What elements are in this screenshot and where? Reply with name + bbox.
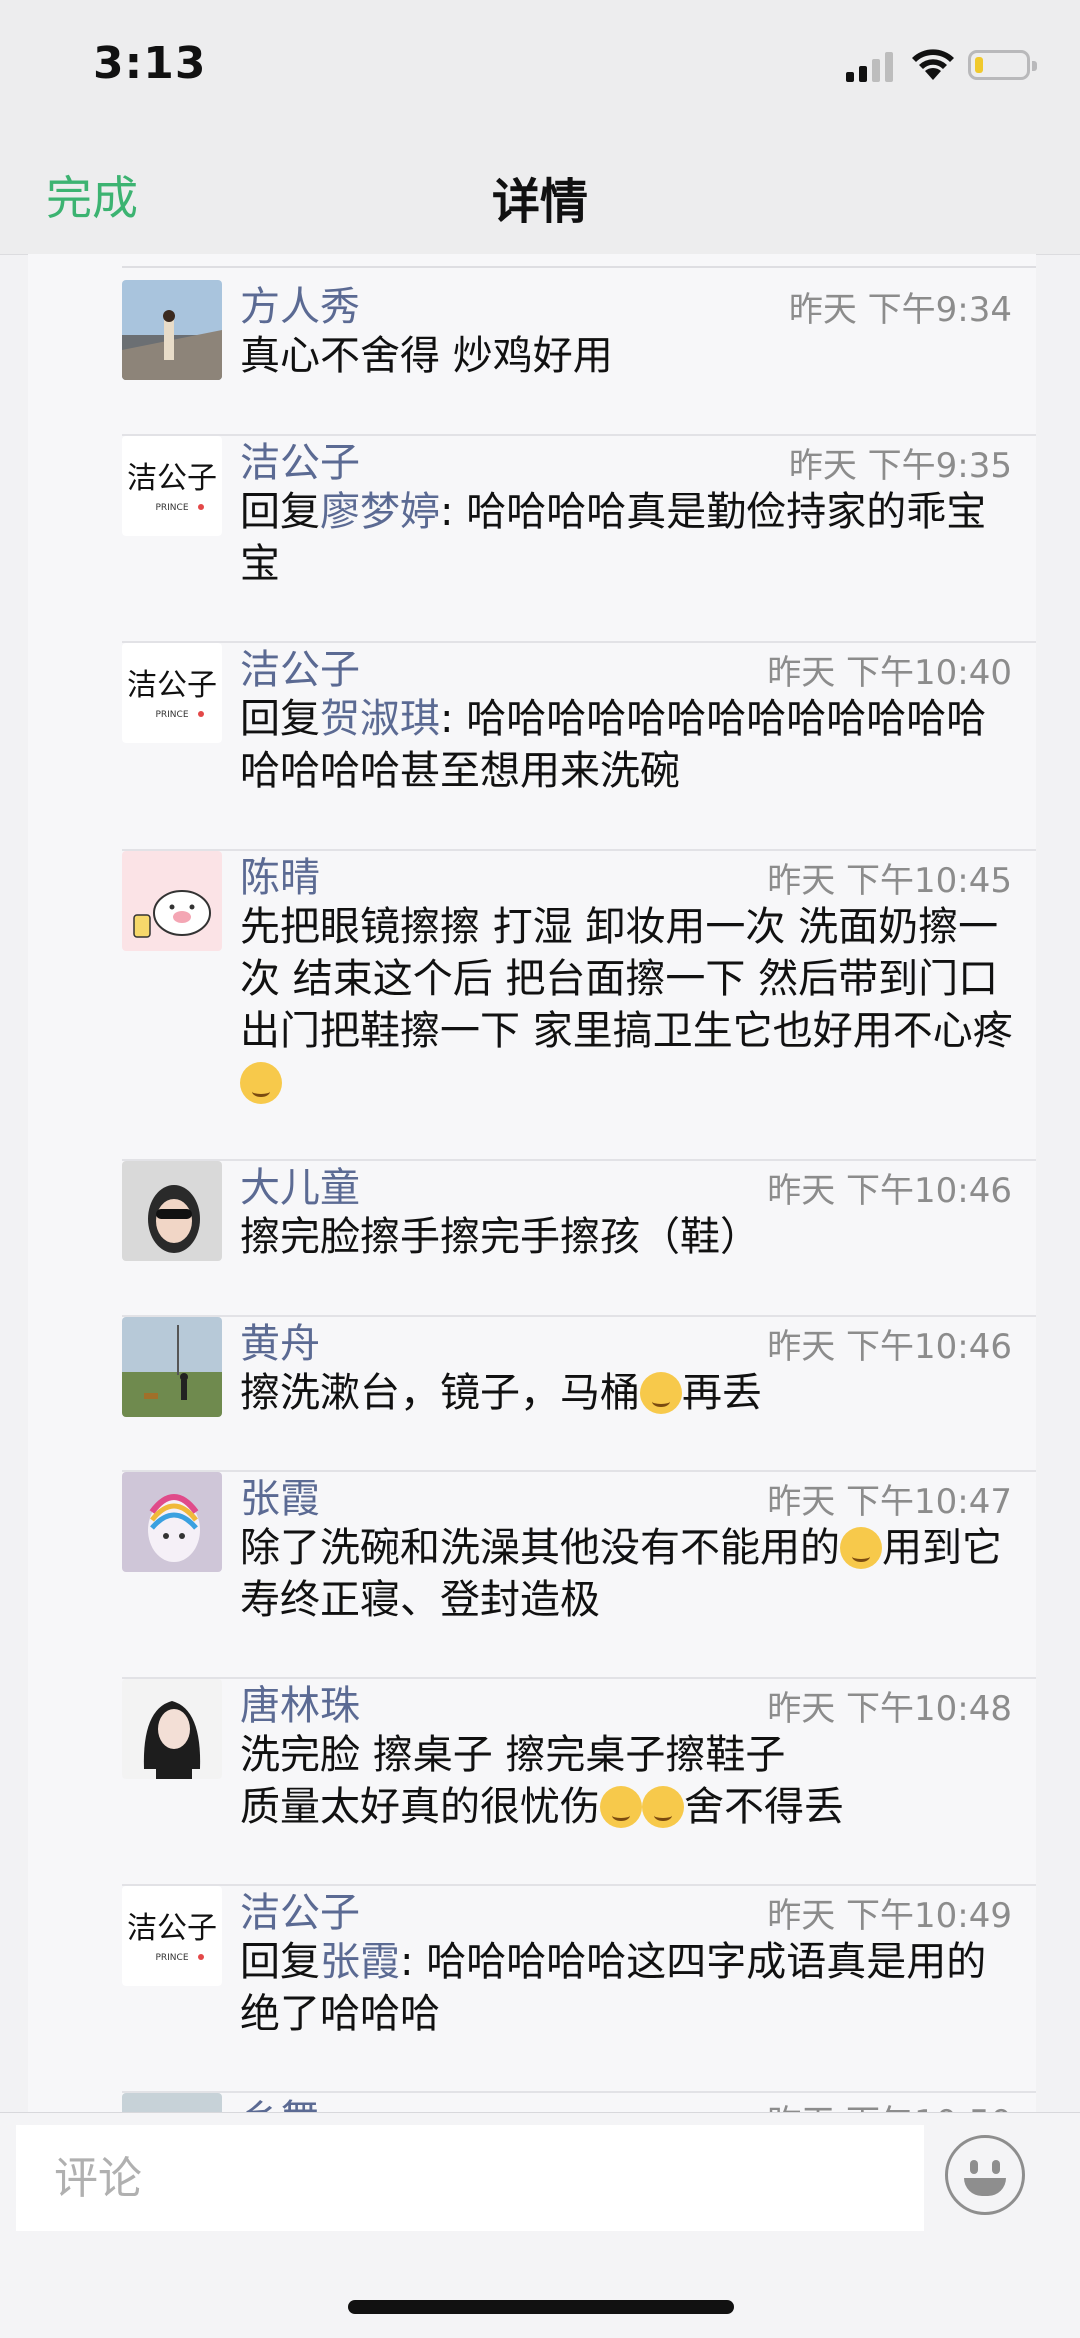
status-time: 3:13: [93, 38, 207, 89]
wifi-icon: [912, 49, 954, 80]
avatar[interactable]: [122, 1317, 222, 1417]
comment-text: 回复张霞: 哈哈哈哈哈这四字成语真是用的绝了哈哈哈: [240, 1939, 987, 2037]
commenter-name[interactable]: 黄舟: [240, 1311, 320, 1369]
comment-input-bar: [0, 2112, 1080, 2241]
cellular-signal-icon: [846, 52, 893, 82]
comment-item[interactable]: 陈晴 昨天 下午10:45 先把眼镜擦擦 打湿 卸妆用一次 洗面奶擦一次 结束这…: [122, 851, 1036, 1161]
comment-time: 昨天 下午10:48: [767, 1689, 1012, 1729]
commenter-name[interactable]: 陈晴: [240, 845, 320, 903]
comment-text: 回复贺淑琪: 哈哈哈哈哈哈哈哈哈哈哈哈哈哈哈哈哈甚至想用来洗碗: [240, 696, 987, 794]
commenter-name[interactable]: 大儿童: [240, 1155, 360, 1213]
svg-text:洁公子: 洁公子: [127, 1911, 217, 1946]
reply-target-name[interactable]: 廖梦婷: [320, 489, 440, 535]
comment-time: 昨天 下午10:49: [767, 1896, 1012, 1936]
reply-target-name[interactable]: 张霞: [320, 1939, 400, 1985]
commenter-name[interactable]: 洁公子: [240, 1880, 360, 1938]
comment-item[interactable]: 张霞 昨天 下午10:47 除了洗碗和洗澡其他没有不能用的 用到它寿终正寝、登封造…: [122, 1472, 1036, 1679]
comment-item[interactable]: 洁公子 PRINCE 洁公子 昨天 下午9:35 回复廖梦婷: 哈哈哈哈真是勤俭持…: [122, 436, 1036, 643]
comment-item[interactable]: 洁公子 PRINCE 洁公子 昨天 下午10:40 回复贺淑琪: 哈哈哈哈哈哈哈哈…: [122, 643, 1036, 851]
comment-text: 除了洗碗和洗澡其他没有不能用的 用到它寿终正寝、登封造极: [240, 1525, 1002, 1623]
avatar[interactable]: [122, 1679, 222, 1779]
comment-text: 回复廖梦婷: 哈哈哈哈真是勤俭持家的乖宝宝: [240, 489, 987, 587]
avatar[interactable]: [122, 1472, 222, 1572]
page-title: 详情: [491, 174, 588, 230]
commenter-name[interactable]: 张霞: [240, 1466, 320, 1524]
comment-item[interactable]: 洁公子 PRINCE 洁公子 昨天 下午10:49 回复张霞: 哈哈哈哈哈这四字成…: [122, 1886, 1036, 2093]
comment-text: 洗完脸 擦桌子 擦完桌子擦鞋子 质量太好真的很忧伤 舍不得丢: [240, 1732, 844, 1830]
avatar[interactable]: 洁公子 PRINCE: [122, 1886, 222, 1986]
comment-time: 昨天 下午10:40: [767, 653, 1012, 693]
comment-time: 昨天 下午10:47: [767, 1482, 1012, 1522]
comment-input[interactable]: [16, 2125, 924, 2231]
comment-item[interactable]: 唐林珠 昨天 下午10:48 洗完脸 擦桌子 擦完桌子擦鞋子 质量太好真的很忧伤舍…: [122, 1679, 1036, 1886]
comment-text: 擦完脸擦手擦完手擦孩（鞋）: [240, 1214, 760, 1260]
commenter-name[interactable]: 方人秀: [240, 274, 360, 332]
comment-list-container[interactable]: 方人秀 昨天 下午9:34 真心不舍得 炒鸡好用 洁公子 PRINCE 洁公子 昨…: [28, 254, 1036, 2112]
svg-text:PRINCE: PRINCE: [155, 1953, 188, 1963]
comment-time: 昨天 下午9:34: [788, 290, 1012, 330]
laughing-crying-emoji-icon: [640, 1372, 682, 1414]
commenter-name[interactable]: 洁公子: [240, 637, 360, 695]
comment-item[interactable]: 乡舞 昨天 下午10:50: [122, 2093, 1036, 2112]
comment-time: 昨天 下午10:46: [767, 1327, 1012, 1367]
nav-bar: 完成 详情: [0, 140, 1080, 255]
comment-item[interactable]: 黄舟 昨天 下午10:46 擦洗漱台，镜子，马桶 再丢: [122, 1317, 1036, 1472]
comment-text: 先把眼镜擦擦 打湿 卸妆用一次 洗面奶擦一次 结束这个后 把台面擦一下 然后带到…: [240, 901, 1020, 1109]
battery-icon: [968, 50, 1037, 80]
commenter-name[interactable]: 洁公子: [240, 430, 360, 488]
avatar[interactable]: 洁公子 PRINCE: [122, 643, 222, 743]
laughing-crying-emoji-icon: [642, 1786, 684, 1828]
commenter-name[interactable]: 唐林珠: [240, 1673, 360, 1731]
comment-text: 擦洗漱台，镜子，马桶 再丢: [240, 1370, 762, 1416]
svg-text:洁公子: 洁公子: [127, 668, 217, 703]
avatar[interactable]: 洁公子 PRINCE: [122, 436, 222, 536]
avatar[interactable]: [122, 851, 222, 951]
commenter-name[interactable]: 乡舞: [240, 2087, 320, 2112]
avatar[interactable]: [122, 280, 222, 380]
comment-time: 昨天 下午10:50: [767, 2095, 1012, 2112]
divider: [122, 266, 1036, 268]
comment-time: 昨天 下午10:46: [767, 1171, 1012, 1211]
comment-item[interactable]: 大儿童 昨天 下午10:46 擦完脸擦手擦完手擦孩（鞋）: [122, 1161, 1036, 1317]
laughing-crying-emoji-icon: [600, 1786, 642, 1828]
svg-text:PRINCE: PRINCE: [155, 503, 188, 513]
home-indicator-area: [0, 2240, 1080, 2338]
svg-text:PRINCE: PRINCE: [155, 710, 188, 720]
comment-text: 真心不舍得 炒鸡好用: [240, 333, 613, 379]
comment-time: 昨天 下午9:35: [788, 446, 1012, 486]
avatar[interactable]: [122, 2093, 222, 2112]
comment-time: 昨天 下午10:45: [767, 861, 1012, 901]
comment-item[interactable]: 方人秀 昨天 下午9:34 真心不舍得 炒鸡好用: [122, 280, 1036, 436]
emoji-button[interactable]: [945, 2135, 1025, 2215]
avatar[interactable]: [122, 1161, 222, 1261]
home-indicator[interactable]: [348, 2300, 734, 2314]
status-bar: 3:13: [0, 0, 1080, 140]
reply-target-name[interactable]: 贺淑琪: [320, 696, 440, 742]
tired-face-emoji-icon: [240, 1062, 282, 1104]
squinting-face-emoji-icon: [840, 1527, 882, 1569]
svg-text:洁公子: 洁公子: [127, 461, 217, 496]
